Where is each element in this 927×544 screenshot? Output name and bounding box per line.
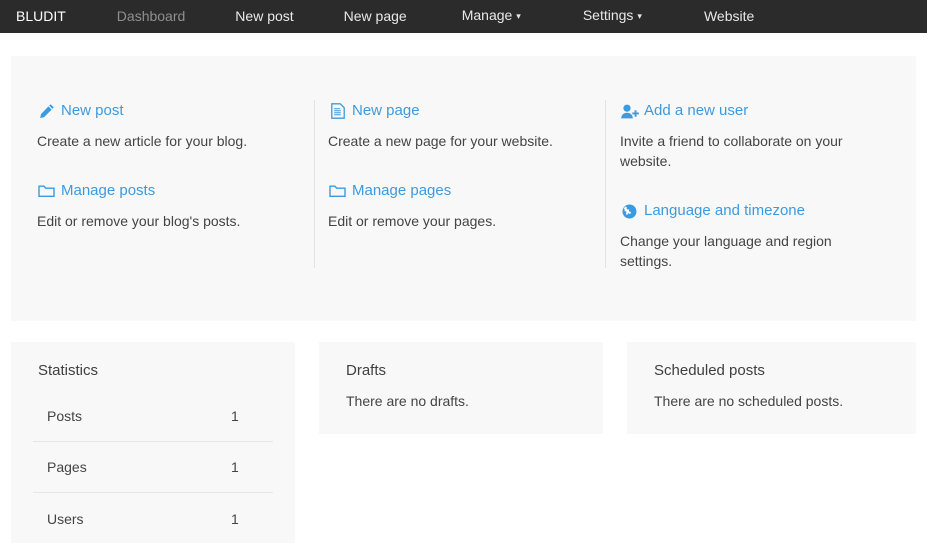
quick-link-description: Change your language and region settings… [620,231,856,271]
stat-label: Posts [47,408,213,424]
quick-link-block-new-page: New page Create a new page for your webs… [328,101,580,151]
statistics-card: Statistics Posts 1 Pages 1 Users 1 [11,342,295,543]
table-row: Posts 1 [33,391,273,442]
quick-link-block-add-user: Add a new user Invite a friend to collab… [620,101,886,171]
quick-link-description: Edit or remove your pages. [328,211,573,231]
stat-label: Users [47,511,213,527]
language-timezone-link[interactable]: Language and timezone [620,201,886,221]
statistics-title: Statistics [38,361,273,381]
quick-link-title: New page [352,101,420,121]
folder-icon [328,183,347,199]
quick-links-column-posts: New post Create a new article for your b… [11,101,303,321]
folder-icon [37,183,56,199]
new-page-link[interactable]: New page [328,101,580,121]
nav-item-label: New page [344,8,407,24]
quick-link-block-manage-posts: Manage posts Edit or remove your blog's … [37,181,289,231]
stat-value: 1 [213,408,273,424]
nav-item-settings[interactable]: Settings▾ [563,0,662,34]
pencil-icon [37,103,56,119]
quick-link-description: Create a new page for your website. [328,131,573,151]
scheduled-posts-empty-text: There are no scheduled posts. [654,391,894,411]
nav-item-dashboard[interactable]: Dashboard [97,0,206,33]
document-icon [328,103,347,119]
nav-item-new-post[interactable]: New post [215,0,313,33]
quick-link-title: Manage posts [61,181,155,201]
nav-item-new-page[interactable]: New page [324,0,427,33]
nav-item-label: Manage [462,7,513,23]
quick-link-description: Create a new article for your blog. [37,131,282,151]
scheduled-posts-card: Scheduled posts There are no scheduled p… [627,342,916,434]
table-row: Pages 1 [33,442,273,493]
nav-item-website[interactable]: Website [684,0,774,33]
stat-value: 1 [213,459,273,475]
scheduled-posts-title: Scheduled posts [654,361,894,381]
quick-link-block-manage-pages: Manage pages Edit or remove your pages. [328,181,580,231]
nav-item-label: Dashboard [117,8,186,24]
manage-posts-link[interactable]: Manage posts [37,181,289,201]
drafts-empty-text: There are no drafts. [346,391,581,411]
globe-icon [620,203,639,219]
stat-value: 1 [213,511,273,527]
drafts-card: Drafts There are no drafts. [319,342,603,434]
quick-link-description: Invite a friend to collaborate on your w… [620,131,856,171]
quick-link-block-language-timezone: Language and timezone Change your langua… [620,201,886,271]
quick-link-description: Edit or remove your blog's posts. [37,211,282,231]
manage-pages-link[interactable]: Manage pages [328,181,580,201]
statistics-list: Posts 1 Pages 1 Users 1 [33,391,273,544]
quick-link-block-new-post: New post Create a new article for your b… [37,101,289,151]
nav-item-label: Website [704,8,754,24]
chevron-down-icon: ▾ [637,11,642,21]
quick-links-column-users: Add a new user Invite a friend to collab… [594,101,916,321]
quick-links-column-pages: New page Create a new page for your webs… [303,101,594,321]
drafts-title: Drafts [346,361,581,381]
quick-link-title: Manage pages [352,181,451,201]
quick-link-title: Add a new user [644,101,748,121]
card-gap [603,342,627,543]
brand-logo[interactable]: BLUDIT [8,0,80,33]
quick-link-title: Language and timezone [644,201,805,221]
table-row: Users 1 [33,493,273,544]
stat-label: Pages [47,459,213,475]
nav-item-label: Settings [583,7,634,23]
dashboard-cards: Statistics Posts 1 Pages 1 Users 1 Draft… [11,342,916,543]
nav-item-label: New post [235,8,293,24]
chevron-down-icon: ▾ [516,11,521,21]
quick-links-panel: New post Create a new article for your b… [11,56,916,321]
quick-links-columns: New post Create a new article for your b… [11,56,916,321]
card-gap [295,342,319,543]
user-plus-icon [620,103,639,119]
new-post-link[interactable]: New post [37,101,289,121]
add-new-user-link[interactable]: Add a new user [620,101,886,121]
nav-item-manage[interactable]: Manage▾ [442,0,541,34]
quick-link-title: New post [61,101,124,121]
top-navbar: BLUDIT Dashboard New post New page Manag… [0,0,927,33]
